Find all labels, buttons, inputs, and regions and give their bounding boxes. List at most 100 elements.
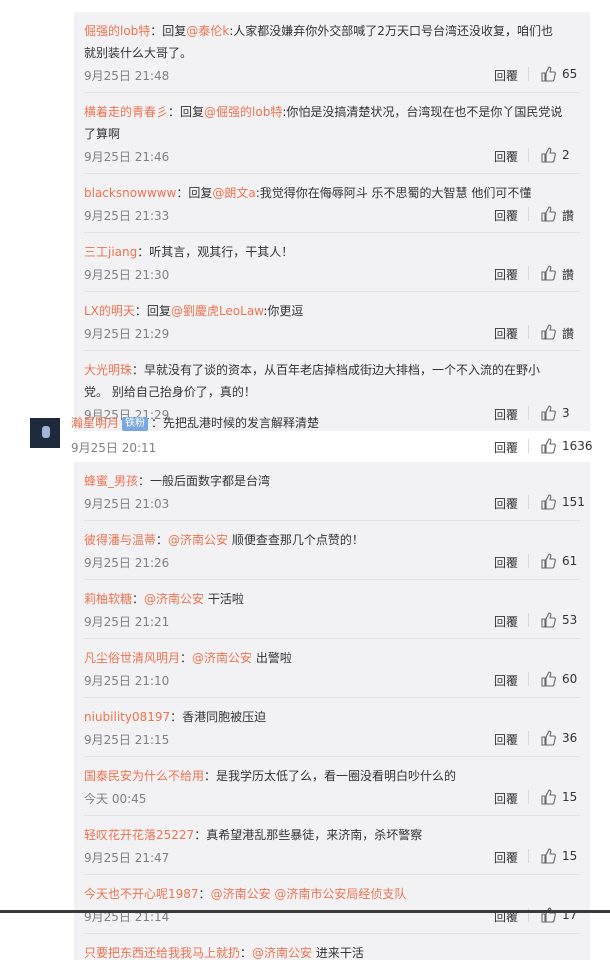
like-button[interactable]: 61	[528, 553, 580, 571]
mention-link[interactable]: @倔强的lob特	[204, 105, 282, 119]
comment-time: 9月25日 20:11	[71, 441, 157, 455]
reply-body: 听其言，观其行，干其人！	[149, 245, 294, 259]
comment-text: 瀚星明月 铁粉 ：先把乱港时候的发言解释清楚	[71, 412, 319, 434]
divider	[528, 207, 529, 221]
reply-body: 进来干活	[312, 946, 364, 960]
like-button[interactable]: 60	[528, 671, 580, 689]
mention-link[interactable]: @济南公安	[192, 651, 252, 665]
reply-button[interactable]: 回覆	[494, 790, 518, 807]
reply-prefix: ：	[194, 828, 207, 842]
reply-item: 蜂蜜_男孩：一般后面数字都是台湾 9月25日 21:03 回覆 151	[84, 462, 585, 521]
reply-button[interactable]: 回覆	[494, 325, 518, 342]
like-button[interactable]: 15	[528, 789, 580, 807]
reply-meta: 9月25日 21:48 回覆 65	[84, 64, 580, 92]
reply-username[interactable]: 蜂蜜_男孩	[84, 474, 138, 488]
reply-username[interactable]: 只要把东西还给我我马上就扔	[84, 946, 240, 960]
fan-badge[interactable]: 铁粉	[122, 417, 149, 431]
reply-time: 9月25日 21:21	[84, 615, 170, 629]
reply-prefix: ：	[198, 887, 211, 901]
reply-body: 是我学历太低了么，看一圈没看明白吵什么的	[216, 769, 457, 783]
reply-text: LX的明天：回复@劉慶虎LeoLaw:你更逗	[84, 300, 580, 322]
reply-button[interactable]: 回覆	[494, 554, 518, 571]
mention-link[interactable]: @朗文a	[212, 186, 255, 200]
mention-link[interactable]: @劉慶虎LeoLaw	[171, 304, 263, 318]
reply-username[interactable]: blacksnowwww	[84, 186, 176, 200]
reply-button[interactable]: 回覆	[494, 731, 518, 748]
like-button[interactable]: 36	[528, 730, 580, 748]
reply-button[interactable]: 回覆	[494, 495, 518, 512]
reply-button[interactable]: 回覆	[494, 266, 518, 283]
like-button[interactable]: 65	[528, 66, 580, 84]
like-button[interactable]: 1636	[528, 438, 593, 456]
reply-prefix: ：回复	[150, 24, 187, 38]
avatar[interactable]	[30, 418, 60, 448]
reply-prefix: ：	[132, 592, 145, 606]
divider	[528, 554, 529, 568]
reply-time: 9月25日 21:33	[84, 209, 170, 223]
reply-body: 顺便查查那几个点赞的！	[228, 533, 364, 547]
like-button[interactable]: 15	[528, 848, 580, 866]
reply-text: 轻叹花开花落25227：真希望港乱那些暴徒，来济南，杀坏警察	[84, 824, 580, 846]
reply-username[interactable]: 凡尘俗世清风明月	[84, 651, 180, 665]
like-button[interactable]: 53	[528, 612, 580, 630]
mention-link[interactable]: @济南公安 @济南市公安局经侦支队	[211, 887, 407, 901]
reply-username[interactable]: 轻叹花开花落25227	[84, 828, 194, 842]
reply-button[interactable]: 回覆	[494, 148, 518, 165]
reply-button[interactable]: 回覆	[494, 672, 518, 689]
reply-button[interactable]: 回覆	[494, 849, 518, 866]
divider	[528, 495, 529, 509]
like-count: 1636	[562, 439, 593, 453]
reply-meta: 9月25日 21:29 回覆 讚	[84, 322, 580, 350]
reply-meta: 9月25日 21:15 回覆 36	[84, 728, 580, 756]
reply-username[interactable]: 莉柚软糖	[84, 592, 132, 606]
like-button[interactable]: 讚	[528, 324, 580, 342]
thumbs-up-icon	[541, 848, 556, 864]
thumbs-up-icon	[541, 612, 556, 628]
reply-body: 香港同胞被压迫	[182, 710, 267, 724]
reply-text: blacksnowwww：回复@朗文a:我觉得你在侮辱阿斗 乐不思蜀的大智慧 他…	[84, 182, 580, 204]
reply-username[interactable]: 大光明珠	[84, 363, 132, 377]
reply-item: 彼得潘与温蒂：@济南公安 顺便查查那几个点赞的！ 9月25日 21:26 回覆 61	[84, 521, 580, 580]
reply-button[interactable]: 回覆	[494, 67, 518, 84]
mention-link[interactable]: @济南公安	[252, 946, 312, 960]
reply-username[interactable]: niubility08197	[84, 710, 170, 724]
thumbs-up-icon	[541, 265, 556, 281]
reply-time: 9月25日 21:03	[84, 497, 170, 511]
reply-text: 倔强的lob特：回复@泰伦k:人家都没嫌弃你外交部喊了2万天口号台湾还没收复，咱…	[84, 20, 580, 64]
reply-body: 真希望港乱那些暴徒，来济南，杀坏警察	[206, 828, 423, 842]
reply-text: niubility08197：香港同胞被压迫	[84, 706, 580, 728]
reply-username[interactable]: 彼得潘与温蒂	[84, 533, 156, 547]
reply-item: 横着走的青春彡：回复@倔强的lob特:你怕是没搞清楚状况，台湾现在也不是你丫国民…	[84, 93, 580, 174]
mention-link[interactable]: @济南公安	[144, 592, 204, 606]
reply-text: 大光明珠：早就没有了谈的资本，从百年老店掉档成街边大排档，一个不入流的在野小党。…	[84, 359, 580, 403]
reply-prefix: ：	[138, 474, 151, 488]
reply-username[interactable]: 横着走的青春彡	[84, 105, 168, 119]
reply-body: :你更逗	[263, 304, 304, 318]
reply-username[interactable]: LX的明天	[84, 304, 135, 318]
reply-username[interactable]: 倔强的lob特	[84, 24, 150, 38]
reply-item: blacksnowwww：回复@朗文a:我觉得你在侮辱阿斗 乐不思蜀的大智慧 他…	[84, 174, 580, 233]
like-button[interactable]: 2	[528, 147, 580, 165]
reply-body: 早就没有了谈的资本，从百年老店掉档成街边大排档，一个不入流的在野小党。 别给自己…	[84, 363, 541, 399]
divider	[528, 266, 529, 280]
reply-meta: 9月25日 21:47 回覆 15	[84, 846, 580, 874]
reply-username[interactable]: 三工jiang	[84, 245, 137, 259]
like-button[interactable]: 讚	[528, 265, 580, 283]
mention-link[interactable]: @泰伦k	[186, 24, 229, 38]
like-count: 讚	[562, 327, 575, 341]
reply-button[interactable]: 回覆	[494, 207, 518, 224]
like-button[interactable]: 151	[528, 494, 585, 512]
reply-time: 9月25日 21:10	[84, 674, 170, 688]
mention-link[interactable]: @济南公安	[168, 533, 228, 547]
like-button[interactable]: 讚	[528, 206, 580, 224]
comment-username[interactable]: 瀚星明月	[71, 416, 119, 430]
thumbs-up-icon	[541, 438, 556, 454]
reply-username[interactable]: 国泰民安为什么不给用	[84, 769, 204, 783]
reply-time: 9月25日 21:48	[84, 69, 170, 83]
reply-text: 凡尘俗世清风明月：@济南公安 出警啦	[84, 647, 580, 669]
reply-button[interactable]: 回覆	[494, 439, 518, 456]
reply-body: 一般后面数字都是台湾	[150, 474, 271, 488]
thumbs-up-icon	[541, 66, 556, 82]
reply-username[interactable]: 今天也不开心呢1987	[84, 887, 199, 901]
reply-button[interactable]: 回覆	[494, 613, 518, 630]
